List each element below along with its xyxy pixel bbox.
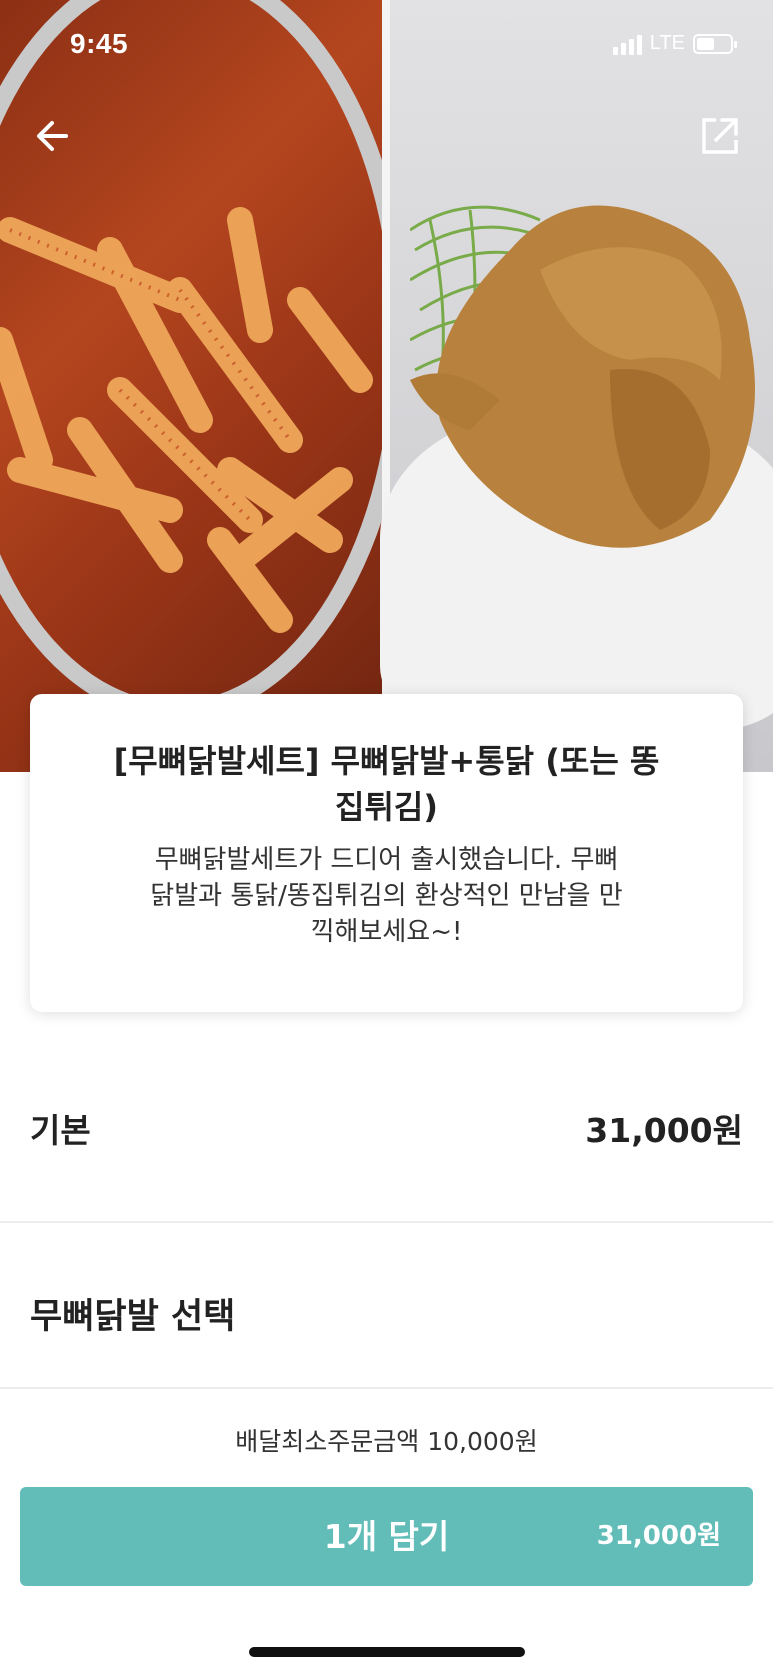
battery-level-fill <box>697 37 714 50</box>
base-label: 기본 <box>30 1111 91 1150</box>
product-title: [무뼈닭발세트] 무뼈닭발+통닭 (또는 똥집튀김) <box>113 742 660 826</box>
add-to-cart-price: 31,000원 <box>596 1521 721 1551</box>
add-to-cart-button[interactable]: 1개 담기 31,000원 <box>20 1487 753 1586</box>
share-button[interactable] <box>698 114 742 158</box>
product-hero-image <box>0 0 773 772</box>
signal-strength-icon <box>612 33 642 55</box>
base-price-row: 기본 31,000원 <box>0 1098 773 1158</box>
minimum-order-notice: 배달최소주문금액 10,000원 <box>235 1427 538 1456</box>
share-external-icon <box>702 118 738 154</box>
product-info-card: [무뼈닭발세트] 무뼈닭발+통닭 (또는 똥집튀김) 무뼈닭발세트가 드디어 출… <box>30 694 743 1012</box>
network-type: LTE <box>649 32 685 54</box>
divider <box>0 1387 773 1389</box>
base-price: 31,000원 <box>585 1111 743 1150</box>
option-section-title: 무뼈닭발 선택 <box>30 1296 236 1337</box>
divider <box>0 1221 773 1223</box>
back-button[interactable] <box>30 113 76 159</box>
status-time: 9:45 <box>70 28 129 59</box>
home-indicator[interactable] <box>249 1647 525 1657</box>
arrow-left-icon <box>37 121 68 151</box>
product-description: 무뼈닭발세트가 드디어 출시했습니다. 무뼈닭발과 통닭/똥집튀김의 환상적인 … <box>150 845 623 947</box>
status-bar: 9:45 LTE <box>0 0 773 100</box>
battery-icon <box>693 33 737 54</box>
